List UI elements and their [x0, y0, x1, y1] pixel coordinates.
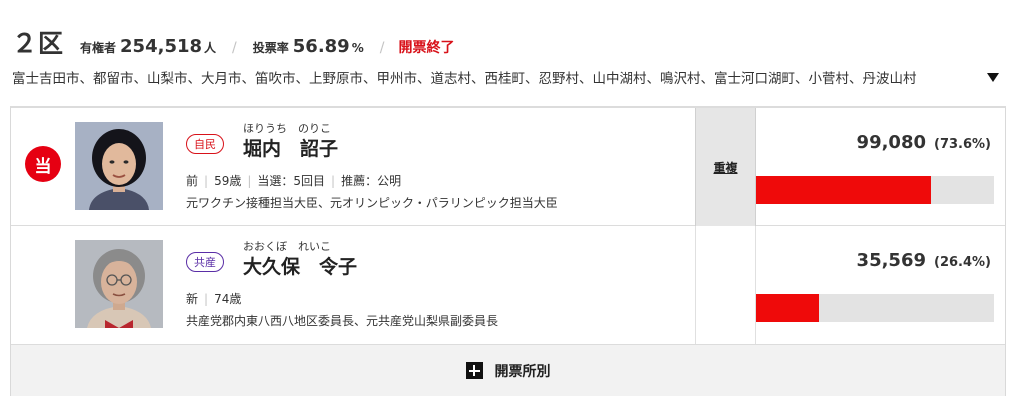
vote-total: 35,569 — [856, 250, 927, 271]
candidate-career: 元ワクチン接種担当大臣、元オリンピック・パラリンピック担当大臣 — [186, 196, 558, 210]
candidate-row: 当 自民 ほりうち のりこ 堀内 詔子 前 | 59歳 | 当選：5回目 | 推… — [11, 108, 1005, 226]
endorsement: 推薦：公明 — [341, 174, 402, 188]
triangle-down-icon — [987, 72, 999, 82]
candidate-photo — [75, 240, 163, 328]
district-header: ２区 有権者 254,518 人 / 投票率 56.89 % / 開票終了 — [12, 24, 454, 58]
candidate-age: 59歳 — [214, 174, 242, 188]
turnout-value: 56.89 — [292, 36, 350, 57]
incumbency-status: 前 — [186, 174, 199, 188]
portrait-woman-icon — [75, 240, 163, 328]
electorate-label: 有権者 — [80, 41, 117, 55]
dual-candidacy-label: 重複 — [713, 161, 738, 175]
times-elected: 当選：5回目 — [257, 174, 326, 188]
district-title: ２区 — [12, 29, 65, 58]
incumbency-status: 新 — [186, 292, 199, 306]
vote-count: 99,080 (73.6%) — [857, 132, 991, 153]
candidate-meta: 新 | 74歳 — [186, 290, 241, 307]
candidate-row: 共産 おおくぼ れいこ 大久保 令子 新 | 74歳 共産党郡内東八西八地区委員… — [11, 226, 1005, 344]
candidate-name: 堀内 詔子 — [243, 138, 339, 160]
vote-share-fill — [756, 176, 932, 204]
vote-share: (26.4%) — [934, 255, 991, 270]
vote-share-bar — [756, 176, 994, 204]
electorate-stat: 有権者 254,518 人 — [80, 36, 216, 57]
polling-station-results-button[interactable]: 開票所別 — [11, 344, 1005, 396]
vote-total: 99,080 — [856, 132, 927, 153]
dual-candidacy-cell: 重複 — [695, 108, 756, 226]
vote-share-fill — [756, 294, 819, 322]
divider: | — [331, 173, 336, 188]
portrait-woman-icon — [75, 122, 163, 210]
electorate-unit: 人 — [204, 41, 217, 55]
divider: | — [204, 291, 209, 306]
area-list: 富士吉田市、都留市、山梨市、大月市、笛吹市、上野原市、甲州市、道志村、西桂町、忍… — [12, 66, 1002, 88]
expand-areas-button[interactable] — [984, 68, 1002, 86]
turnout-label: 投票率 — [252, 41, 289, 55]
candidate-photo — [75, 122, 163, 210]
divider: | — [247, 173, 252, 188]
dual-candidacy-cell — [695, 226, 756, 344]
candidate-career: 共産党郡内東八西八地区委員長、元共産党山梨県副委員長 — [186, 314, 499, 328]
vote-count: 35,569 (26.4%) — [857, 250, 991, 271]
divider: / — [379, 40, 385, 56]
turnout-unit: % — [351, 41, 364, 55]
divider: | — [204, 173, 209, 188]
results-table: 当 自民 ほりうち のりこ 堀内 詔子 前 | 59歳 | 当選：5回目 | 推… — [10, 106, 1006, 396]
candidate-meta: 前 | 59歳 | 当選：5回目 | 推薦：公明 — [186, 172, 401, 189]
area-list-text: 富士吉田市、都留市、山梨市、大月市、笛吹市、上野原市、甲州市、道志村、西桂町、忍… — [12, 71, 917, 87]
candidate-age: 74歳 — [214, 292, 242, 306]
vote-share: (73.6%) — [934, 137, 991, 152]
divider: / — [232, 40, 237, 56]
candidate-name: 大久保 令子 — [243, 256, 358, 278]
elected-badge: 当 — [25, 146, 61, 182]
vote-share-bar — [756, 294, 994, 322]
party-tag: 自民 — [186, 134, 224, 154]
count-status: 開票終了 — [398, 40, 455, 56]
electorate-value: 254,518 — [120, 36, 203, 57]
plus-square-icon — [465, 362, 483, 379]
polling-station-results-label: 開票所別 — [494, 363, 551, 380]
turnout-stat: 投票率 56.89 % — [253, 36, 364, 57]
party-tag: 共産 — [186, 252, 224, 272]
